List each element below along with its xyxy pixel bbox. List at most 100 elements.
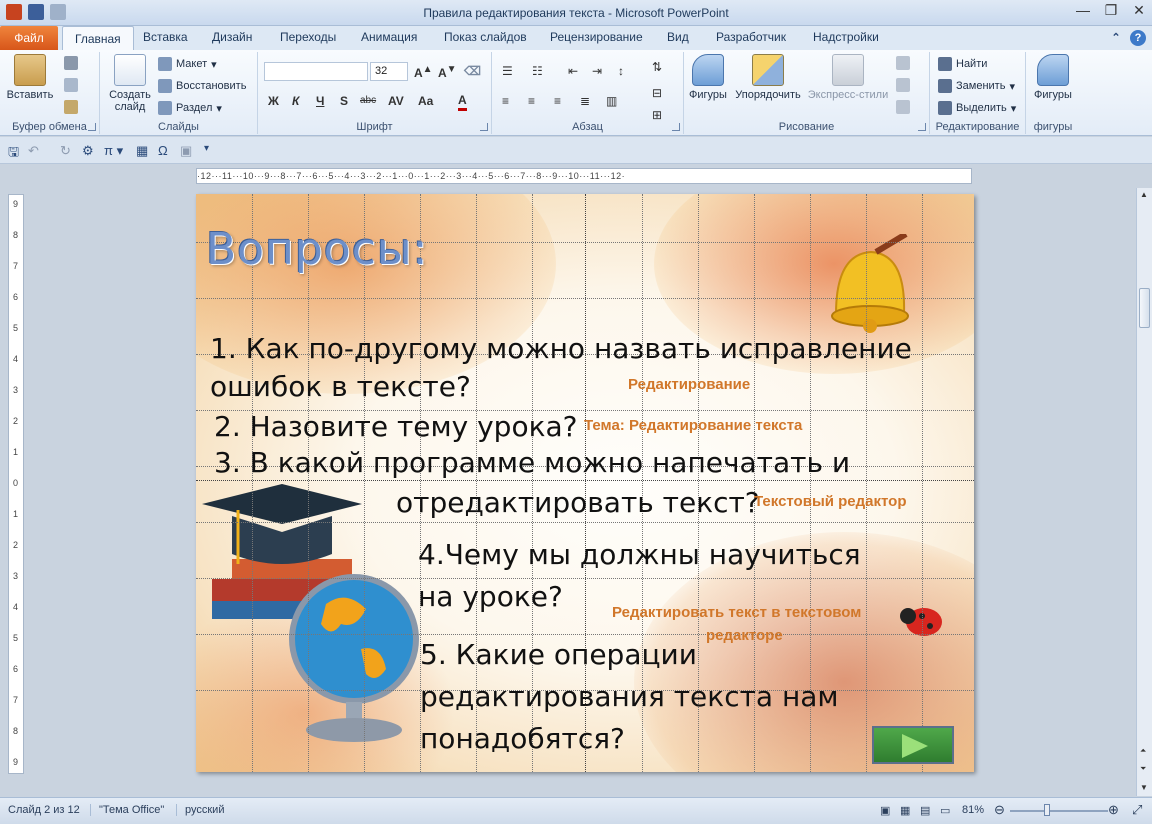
shadow-button[interactable]: S [340,94,348,108]
zoom-in-icon[interactable]: ⊕ [1108,802,1119,818]
restore-icon[interactable]: ❐ [1102,2,1120,19]
format-painter-button[interactable] [64,100,78,114]
align-center-icon[interactable]: ≡ [528,94,535,108]
copy-button[interactable] [64,78,78,92]
slide-title[interactable]: Вопросы: [206,224,428,275]
question-4-line-2[interactable]: на уроке? [418,578,563,616]
find-button[interactable]: Найти [938,57,987,71]
italic-button[interactable]: К [292,94,299,108]
tab-file[interactable]: Файл [0,26,58,50]
slideshow-view-icon[interactable]: ▭ [940,804,950,817]
answer-3[interactable]: Текстовый редактор [754,493,907,510]
align-right-icon[interactable]: ≡ [554,94,561,108]
clear-format-icon[interactable]: ⌫ [464,64,481,78]
increase-indent-icon[interactable]: ⇥ [592,64,602,78]
tab-slideshow[interactable]: Показ слайдов [444,30,527,44]
bold-button[interactable]: Ж [268,94,279,108]
zoom-level[interactable]: 81% [962,804,984,816]
align-left-icon[interactable]: ≡ [502,94,509,108]
next-action-button[interactable] [872,726,954,764]
columns-icon[interactable]: ▥ [606,94,617,108]
prev-slide-icon[interactable]: ⏶ [1140,746,1146,756]
clipboard-launcher-icon[interactable] [88,123,96,131]
justify-icon[interactable]: ≣ [580,94,590,108]
layout-button[interactable]: Макет ▾ [158,57,217,71]
scroll-down-icon[interactable]: ▼ [1140,783,1148,792]
table-icon[interactable]: ▦ [136,143,148,159]
shapes-button[interactable]: Фигуры [686,54,730,101]
align-text-icon[interactable]: ⊟ [652,86,662,100]
decrease-indent-icon[interactable]: ⇤ [568,64,578,78]
reset-button[interactable]: Восстановить [158,79,246,93]
text-direction-icon[interactable]: ⇅ [652,60,662,74]
vertical-ruler[interactable]: 9 8 7 6 5 4 3 2 1 0 1 2 3 4 5 6 7 8 9 [8,194,24,774]
shape-effects-button[interactable] [896,100,910,114]
reading-view-icon[interactable]: ▤ [920,804,930,817]
slide-canvas[interactable]: Вопросы: 1. Как по-другому можно назвать… [196,194,974,772]
undo-icon[interactable]: ↶ [28,143,39,159]
minimize-icon[interactable]: — [1074,2,1092,19]
customize-qat-icon[interactable]: ▾ [204,143,209,154]
tab-transitions[interactable]: Переходы [280,30,336,44]
section-button[interactable]: Раздел ▾ [158,101,222,115]
replace-button[interactable]: Заменить ▾ [938,79,1015,93]
numbering-icon[interactable]: ☷ [532,64,543,78]
slide-sorter-icon[interactable]: ▦ [900,804,910,817]
zoom-slider-thumb[interactable] [1044,804,1050,816]
quick-styles-button[interactable]: Экспресс-стили [806,54,890,101]
question-5-line-1[interactable]: 5. Какие операции [420,636,697,674]
question-1-line-1[interactable]: 1. Как по-другому можно назвать исправле… [210,330,912,368]
tab-review[interactable]: Рецензирование [550,30,643,44]
font-launcher-icon[interactable] [480,123,488,131]
scroll-thumb[interactable] [1139,288,1150,328]
minimize-ribbon-icon[interactable]: ⌃ [1108,30,1124,46]
cut-button[interactable] [64,56,78,70]
fit-to-window-icon[interactable]: ⤢ [1132,802,1142,818]
underline-button[interactable]: Ч [316,94,324,108]
theme-name[interactable]: "Тема Office" [90,804,164,816]
new-slide-button[interactable]: Создать слайд [106,54,154,113]
grow-font-icon[interactable]: A▲ [414,64,433,80]
symbol-icon[interactable]: Ω [158,143,168,158]
question-5-line-3[interactable]: понадобятся? [420,720,625,758]
insert-object-icon[interactable]: ⚙ [82,143,94,159]
next-slide-icon[interactable]: ⏷ [1140,764,1146,774]
shape-outline-button[interactable] [896,78,910,92]
font-name-combo[interactable] [264,62,368,81]
tab-home[interactable]: Главная [62,26,134,50]
paste-button[interactable]: Вставить [6,54,54,101]
scroll-up-icon[interactable]: ▲ [1140,190,1148,199]
language-indicator[interactable]: русский [176,804,224,816]
question-4-line-1[interactable]: 4.Чему мы должны научиться [418,536,861,574]
question-1-line-2[interactable]: ошибок в тексте? [210,368,471,406]
tab-animations[interactable]: Анимация [361,30,417,44]
answer-4-line-2[interactable]: редакторе [706,627,783,644]
select-button[interactable]: Выделить ▾ [938,101,1016,115]
normal-view-icon[interactable]: ▣ [880,804,890,817]
arrange-button[interactable]: Упорядочить [730,54,806,101]
line-spacing-icon[interactable]: ↕ [618,64,624,78]
shape-fill-button[interactable] [896,56,910,70]
question-3-line-1[interactable]: 3. В какой программе можно напечатать и [214,444,850,482]
horizontal-ruler[interactable]: ·12···11···10···9···8···7···6···5···4···… [196,168,972,184]
tab-view[interactable]: Вид [667,30,689,44]
answer-2[interactable]: Тема: Редактирование текста [584,417,802,434]
tab-addins[interactable]: Надстройки [813,30,879,44]
help-icon[interactable]: ? [1130,30,1146,46]
bullets-icon[interactable]: ☰ [502,64,513,78]
font-size-combo[interactable]: 32 [370,62,408,81]
paragraph-launcher-icon[interactable] [672,123,680,131]
question-2[interactable]: 2. Назовите тему урока? [214,408,578,446]
change-case-icon[interactable]: Aa [418,94,433,108]
zoom-out-icon[interactable]: ⊖ [994,802,1005,818]
char-spacing-icon[interactable]: AV [388,94,404,108]
picture-icon[interactable]: ▣ [180,143,192,159]
tab-insert[interactable]: Вставка [143,30,188,44]
zoom-slider[interactable] [1010,810,1108,812]
strikethrough-button[interactable]: abc [360,95,376,106]
question-5-line-2[interactable]: редактирования текста нам [420,678,839,716]
redo-icon[interactable]: ↻ [60,143,71,159]
tab-developer[interactable]: Разработчик [716,30,786,44]
save-icon[interactable]: 🖫 [8,143,19,165]
answer-4-line-1[interactable]: Редактировать текст в текстовом [612,604,861,621]
